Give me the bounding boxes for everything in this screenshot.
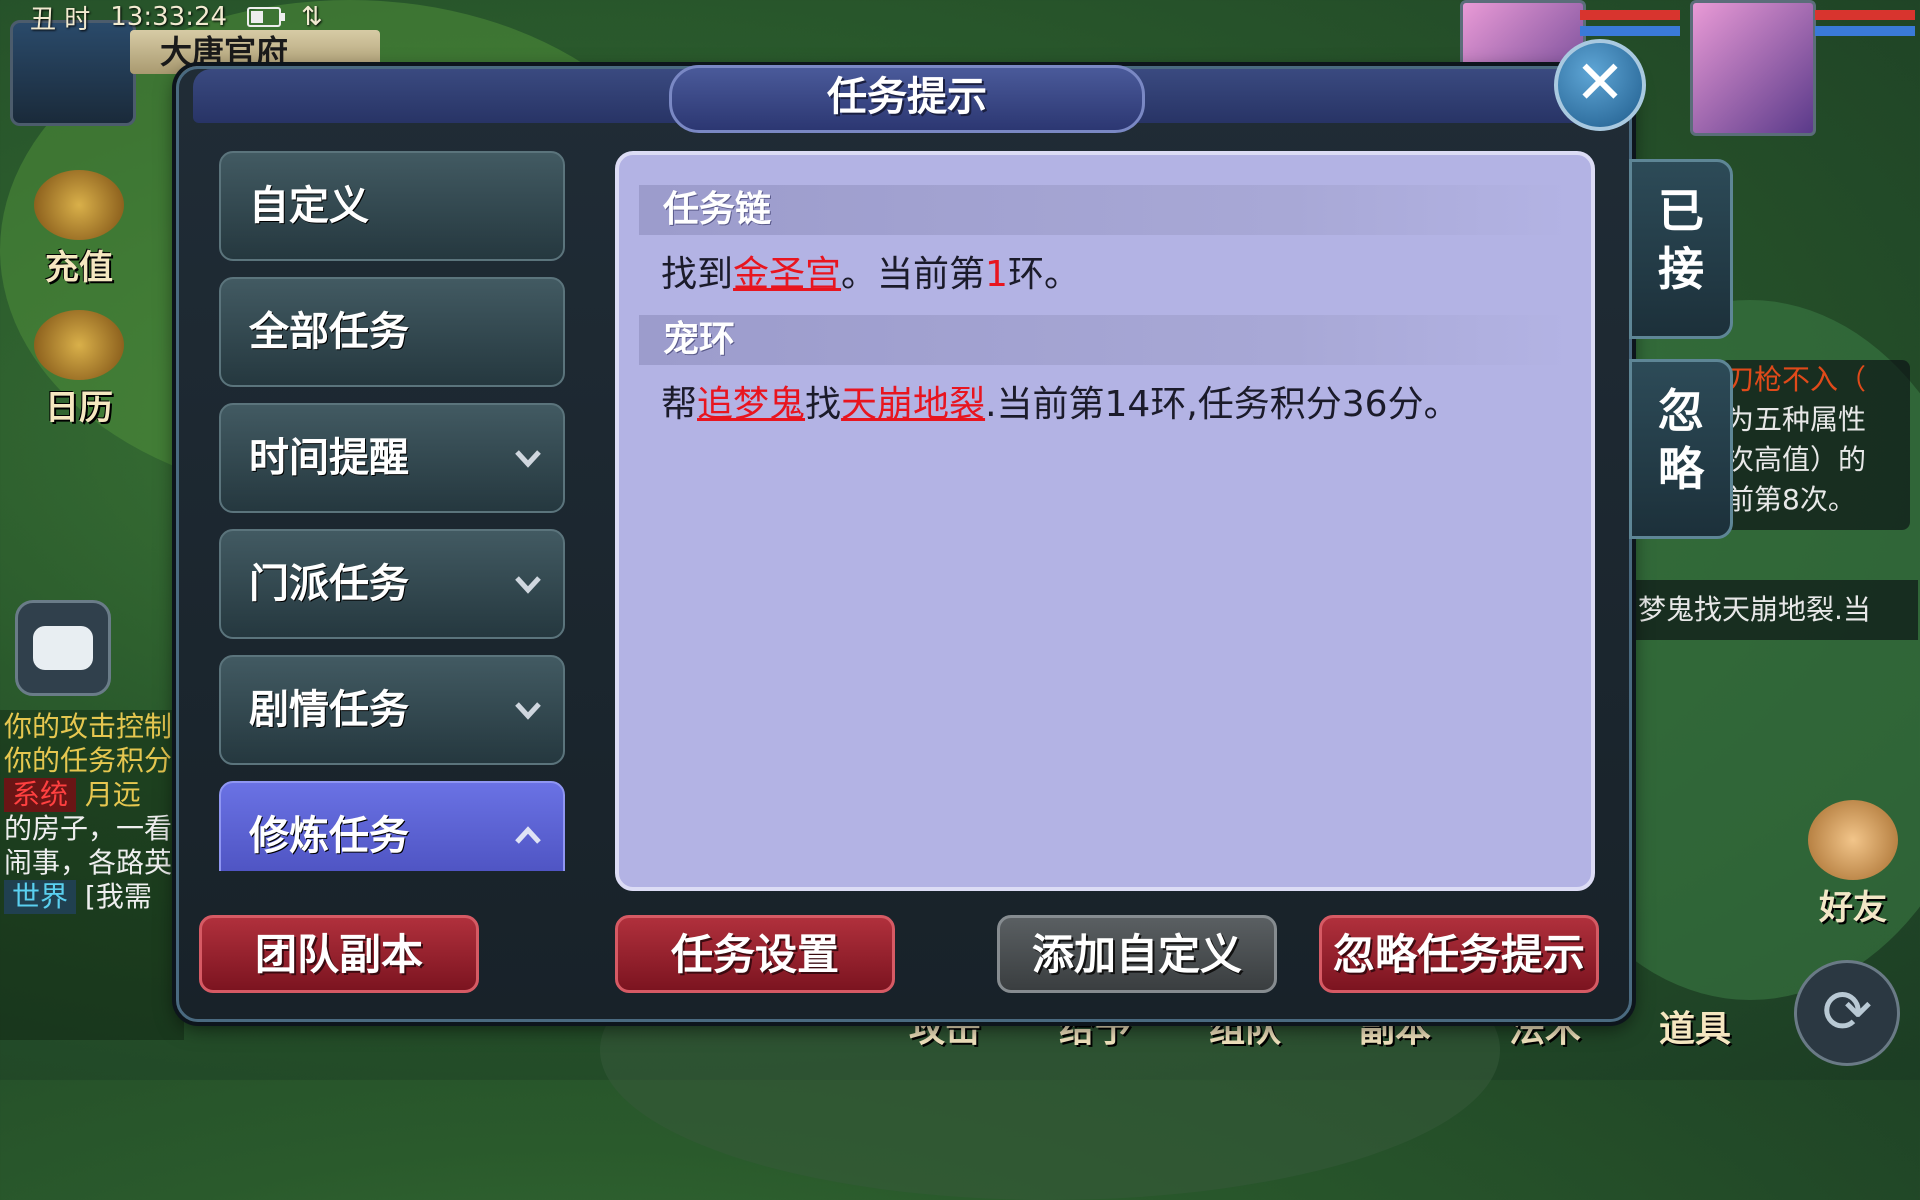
status-bar: 丑 时 13:33:24 ⇅ — [0, 0, 323, 35]
clock: 13:33:24 — [110, 2, 228, 32]
category-label: 自定义 — [249, 183, 369, 229]
chat-log[interactable]: 你的攻击控制 你的任务积分 系统 月远 的房子，一看 闹事，各路英 世界 [我需 — [0, 710, 184, 1040]
tracker-line: 为五种属性 — [1726, 403, 1867, 436]
chat-line: 月远 — [84, 778, 141, 811]
recharge-button[interactable]: 充值 — [24, 170, 134, 289]
pet-hp-bar — [1580, 10, 1680, 20]
task-text: 找到 — [661, 254, 734, 295]
chat-button[interactable] — [15, 600, 111, 696]
player-hp-bar — [1815, 10, 1915, 20]
calendar-button[interactable]: 日历 — [24, 310, 134, 429]
location-link[interactable]: 金圣宫 — [733, 254, 841, 295]
compass-calendar-icon — [34, 310, 124, 380]
close-icon: ✕ — [1574, 48, 1626, 118]
item-link[interactable]: 天崩地裂 — [841, 384, 985, 425]
tracker-line: 刀枪不入（ — [1726, 363, 1867, 396]
tab-ignore-label: 忽略 — [1658, 384, 1704, 496]
add-custom-button[interactable]: 添加自定义 — [997, 915, 1277, 993]
refresh-icon: ⟳ — [1821, 977, 1873, 1047]
task-description: 找到金圣宫。当前第1环。 — [661, 245, 1080, 297]
category-label: 门派任务 — [249, 561, 409, 607]
ignore-task-hint-button[interactable]: 忽略任务提示 — [1319, 915, 1599, 993]
category-label: 剧情任务 — [249, 687, 409, 733]
category-story-tasks[interactable]: 剧情任务 — [219, 655, 565, 765]
tab-ignore[interactable]: 忽略 — [1629, 359, 1733, 539]
task-header: 任务链 — [639, 185, 1569, 235]
player-portrait[interactable] — [1690, 0, 1816, 136]
tab-accepted[interactable]: 已接 — [1629, 159, 1733, 339]
task-text: .当前第14环,任务积分36分。 — [985, 384, 1460, 425]
category-all-tasks[interactable]: 全部任务 — [219, 277, 565, 387]
chevron-down-icon — [515, 576, 541, 594]
chat-line: 闹事，各路英 — [4, 846, 173, 879]
chat-line: [我需 — [84, 880, 152, 913]
side-task-tracker-2[interactable]: 梦鬼找天崩地裂.当 — [1630, 580, 1918, 640]
friends-label: 好友 — [1819, 888, 1887, 928]
task-content-panel: 任务链 找到金圣宫。当前第1环。 宠环 帮追梦鬼找天崩地裂.当前第14环,任务积… — [615, 151, 1595, 891]
task-description: 帮追梦鬼找天崩地裂.当前第14环,任务积分36分。 — [661, 375, 1460, 427]
npc-link[interactable]: 追梦鬼 — [697, 384, 805, 425]
category-custom[interactable]: 自定义 — [219, 151, 565, 261]
refresh-button[interactable]: ⟳ — [1794, 960, 1900, 1066]
task-text: 找 — [805, 384, 842, 425]
category-label: 全部任务 — [249, 309, 409, 355]
task-settings-button[interactable]: 任务设置 — [615, 915, 895, 993]
speech-bubble-icon — [33, 626, 93, 670]
chevron-up-icon — [515, 826, 541, 844]
task-text: 。当前第 — [841, 254, 986, 295]
task-hint-dialog: 任务提示 ✕ 自定义 全部任务 时间提醒 门派任务 剧情任务 修炼任务 任务链 — [176, 39, 1733, 1022]
task-header: 宠环 — [639, 315, 1569, 365]
task-text: 环。 — [1007, 254, 1080, 295]
friends-button[interactable]: 好友 — [1798, 800, 1908, 929]
pet-mp-bar — [1580, 26, 1680, 36]
recharge-label: 充值 — [45, 248, 113, 288]
tracker-line: 次高值）的 — [1726, 443, 1867, 476]
minimap[interactable] — [10, 20, 136, 126]
category-sect-tasks[interactable]: 门派任务 — [219, 529, 565, 639]
shichen-label: 丑 时 — [30, 4, 91, 35]
category-label: 时间提醒 — [249, 435, 409, 481]
side-task-tracker[interactable]: 刀枪不入（ 为五种属性 次高值）的 前第8次。 — [1720, 360, 1910, 530]
coin-chest-icon — [34, 170, 124, 240]
chevron-down-icon — [515, 450, 541, 468]
category-cultivation-tasks[interactable]: 修炼任务 — [219, 781, 565, 871]
chat-line: 的房子，一看 — [4, 812, 173, 845]
close-button[interactable]: ✕ — [1554, 39, 1646, 131]
category-time-reminder[interactable]: 时间提醒 — [219, 403, 565, 513]
dialog-title: 任务提示 — [669, 65, 1145, 133]
category-label: 修炼任务 — [249, 813, 409, 859]
chat-line: 你的攻击控制 — [4, 710, 173, 743]
chevron-down-icon — [515, 702, 541, 720]
items-button[interactable]: 道具 — [1650, 1000, 1740, 1080]
chat-line: 你的任务积分 — [4, 744, 173, 777]
team-dungeon-button[interactable]: 团队副本 — [199, 915, 479, 993]
tracker-line: 前第8次。 — [1726, 483, 1856, 516]
network-arrows-icon: ⇅ — [301, 2, 323, 32]
world-tag: 世界 — [4, 880, 77, 914]
system-tag: 系统 — [4, 778, 77, 812]
handshake-icon — [1808, 800, 1898, 880]
calendar-label: 日历 — [45, 388, 113, 428]
task-category-list: 自定义 全部任务 时间提醒 门派任务 剧情任务 修炼任务 — [219, 151, 569, 871]
tab-accepted-label: 已接 — [1658, 184, 1704, 296]
ring-number: 1 — [985, 254, 1008, 295]
battery-icon — [247, 7, 286, 27]
task-text: 帮 — [661, 384, 698, 425]
player-mp-bar — [1815, 26, 1915, 36]
